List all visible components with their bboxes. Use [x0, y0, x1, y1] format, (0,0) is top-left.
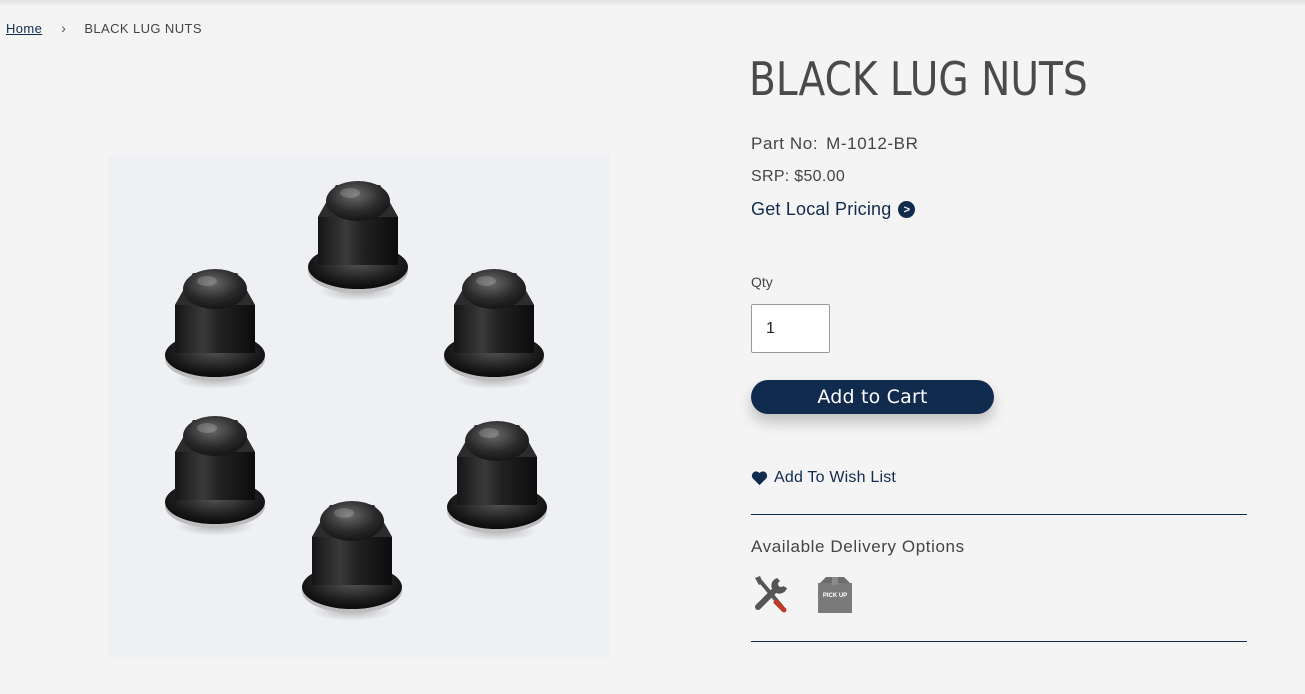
- product-image: [108, 155, 610, 657]
- divider: [751, 514, 1247, 515]
- pickup-box-icon[interactable]: PICK UP: [816, 575, 854, 614]
- lug-nuts-illustration: [165, 181, 547, 621]
- part-number-label: Part No:: [751, 134, 819, 153]
- product-title: BLACK LUG NUTS: [749, 52, 1088, 106]
- srp-price: SRP: $50.00: [751, 168, 846, 185]
- part-number: Part No: M-1012-BR: [751, 134, 918, 154]
- add-to-wish-list-label: Add To Wish List: [774, 469, 897, 486]
- add-to-cart-button[interactable]: Add to Cart: [751, 380, 994, 414]
- get-local-pricing-link[interactable]: Get Local Pricing >: [751, 199, 916, 220]
- breadcrumb-current: BLACK LUG NUTS: [84, 20, 202, 36]
- wrench-screwdriver-icon[interactable]: [751, 574, 791, 614]
- pickup-label: PICK UP: [822, 593, 848, 599]
- qty-label: Qty: [751, 274, 773, 290]
- add-to-wish-list-link[interactable]: Add To Wish List: [751, 469, 896, 487]
- delivery-options-title: Available Delivery Options: [751, 537, 965, 556]
- heart-icon: [751, 471, 768, 486]
- get-local-pricing-label: Get Local Pricing: [751, 199, 892, 219]
- breadcrumb: Home › BLACK LUG NUTS: [6, 19, 202, 37]
- breadcrumb-home-link[interactable]: Home: [6, 21, 42, 36]
- qty-input[interactable]: [751, 304, 830, 353]
- part-number-value: M-1012-BR: [826, 134, 919, 153]
- top-shadow: [0, 0, 1305, 6]
- divider: [751, 641, 1247, 642]
- arrow-circle-icon: >: [898, 201, 916, 218]
- chevron-right-icon: ›: [61, 20, 67, 36]
